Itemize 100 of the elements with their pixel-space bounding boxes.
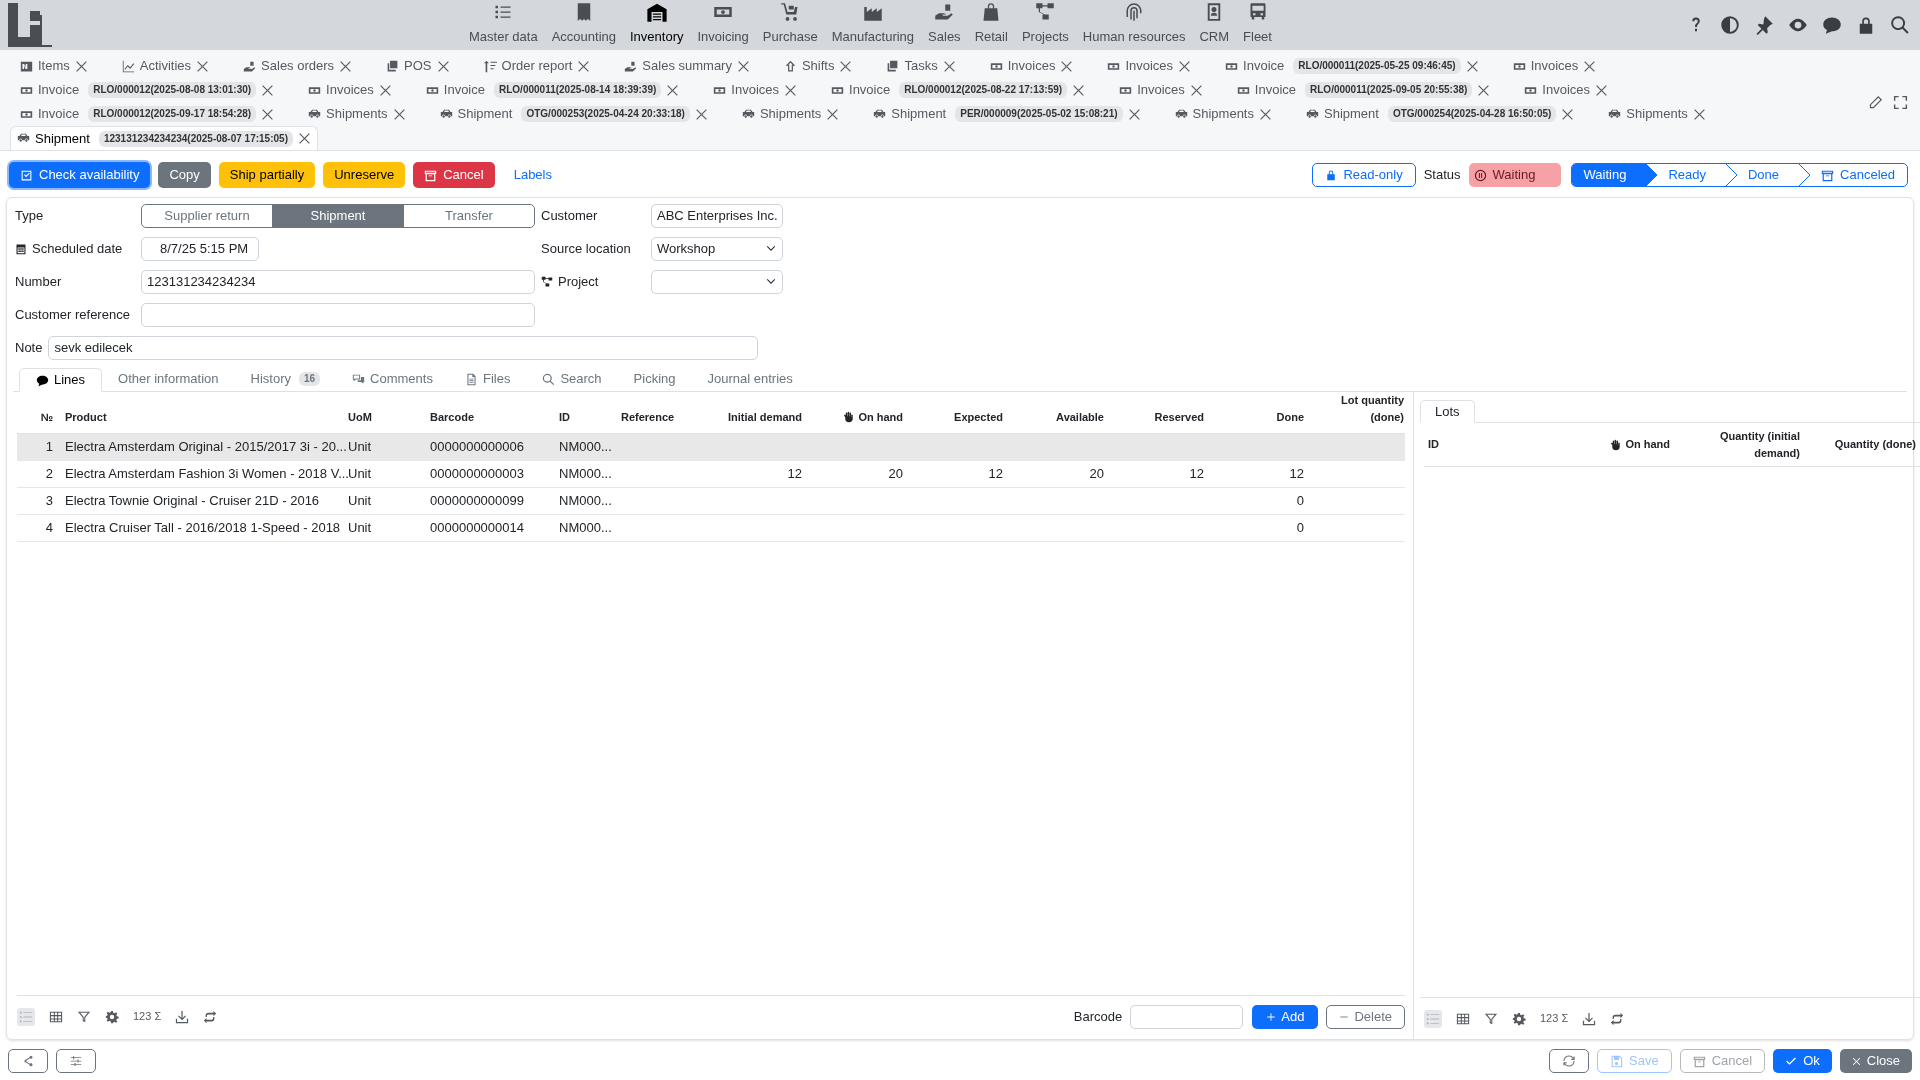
close-icon[interactable] (261, 107, 275, 121)
tab[interactable]: Invoice RLO/000011(2025-05-25 09:46:45) (1225, 54, 1479, 78)
barcode-field[interactable] (1130, 1004, 1244, 1029)
table-row[interactable]: 3 Electra Townie Original - Cruiser 21D - 2016 Unit 0000000000099 NM000... 0 (17, 488, 1405, 515)
table-row[interactable]: 1 Electra Amsterdam Original - 2015/2017 3i - 20...Unit 0000000000006 NM000... (17, 434, 1405, 461)
close-icon[interactable] (784, 83, 798, 97)
nav-item[interactable]: Manufacturing (824, 1, 922, 50)
logo[interactable] (8, 3, 52, 47)
download-icon[interactable] (175, 1009, 190, 1024)
refresh-button[interactable] (1549, 1049, 1589, 1073)
sub-tab[interactable]: Search (526, 367, 618, 391)
column-header[interactable]: On hand (808, 408, 909, 425)
tab[interactable]: Shifts (783, 54, 853, 78)
column-header[interactable]: Quantity (done) (1804, 436, 1920, 453)
tab[interactable]: Invoices (1107, 54, 1192, 78)
input-field[interactable] (141, 303, 535, 327)
type-option[interactable]: Shipment (272, 205, 404, 227)
close-icon[interactable] (1477, 83, 1491, 97)
close-icon[interactable] (297, 132, 311, 145)
tab[interactable]: Sales orders (243, 54, 353, 78)
tab[interactable]: Invoices (308, 78, 392, 102)
column-header[interactable]: UoM (342, 408, 424, 425)
close-icon[interactable] (378, 83, 392, 97)
status-step[interactable]: Waiting (1571, 164, 1659, 186)
ok-button[interactable]: Ok (1773, 1049, 1832, 1073)
input-field[interactable]: 123131234234234 (141, 270, 535, 294)
settings-icon[interactable] (105, 1009, 119, 1024)
input-field[interactable]: ABC Enterprises Inc. (651, 204, 783, 228)
tab[interactable]: Invoices (713, 78, 798, 102)
close-icon[interactable] (339, 59, 353, 73)
tab[interactable]: Invoices (1524, 78, 1609, 102)
totals-toggle[interactable]: 123 Σ (133, 1008, 162, 1025)
share-button[interactable] (8, 1049, 48, 1073)
close-icon[interactable] (392, 107, 406, 121)
close-icon[interactable] (1178, 59, 1192, 73)
settings-icon[interactable] (1512, 1011, 1526, 1026)
close-icon[interactable] (666, 83, 680, 97)
nav-item[interactable]: CRM (1192, 1, 1237, 50)
column-header[interactable]: Reserved (1110, 408, 1210, 425)
tab[interactable]: Invoice RLO/000011(2025-08-14 18:39:39) (425, 78, 680, 102)
tab[interactable]: Shipment PER/000009(2025-05-02 15:08:21) (873, 102, 1141, 126)
tab[interactable]: POS (386, 54, 450, 78)
tab[interactable]: Shipments (741, 102, 840, 126)
contrast-icon[interactable] (1720, 15, 1740, 35)
sub-tab[interactable]: History 16 (234, 367, 337, 391)
action-button[interactable]: Cancel (413, 162, 495, 188)
action-button[interactable]: Copy (158, 162, 211, 188)
column-header[interactable]: Done (1210, 408, 1310, 425)
sub-tab[interactable]: Journal entries (691, 367, 809, 391)
close-icon[interactable] (1072, 83, 1086, 97)
close-icon[interactable] (1259, 107, 1272, 121)
action-button[interactable]: Ship partially (218, 162, 316, 188)
repeat-icon[interactable] (1610, 1011, 1625, 1026)
close-icon[interactable] (577, 59, 591, 73)
sub-tab[interactable]: Other information (102, 367, 235, 391)
source-location-select[interactable]: Workshop (651, 237, 783, 261)
nav-item[interactable]: Purchase (755, 1, 825, 50)
tab[interactable]: Invoice RLO/000012(2025-08-08 13:01:30) (20, 78, 275, 102)
close-icon[interactable] (196, 59, 210, 73)
column-header[interactable]: ID (553, 408, 615, 425)
close-icon[interactable] (436, 59, 450, 73)
status-step[interactable]: Ready (1658, 164, 1738, 186)
grid-icon[interactable] (49, 1009, 63, 1024)
tab[interactable]: Invoices (1119, 78, 1203, 102)
totals-toggle[interactable]: 123 Σ (1540, 1010, 1569, 1027)
tab[interactable]: Invoice RLO/000012(2025-08-22 17:13:59) (831, 78, 1086, 102)
close-icon[interactable] (1595, 83, 1609, 97)
nav-item[interactable]: Retail (967, 1, 1015, 50)
column-header[interactable]: Barcode (424, 408, 553, 425)
type-option[interactable]: Supplier return (142, 205, 272, 227)
tab[interactable]: Order report (483, 54, 591, 78)
tab[interactable]: Shipment OTG/000253(2025-04-24 20:33:18) (439, 102, 708, 126)
nav-item[interactable]: Inventory (623, 0, 691, 50)
filter-icon[interactable] (77, 1009, 91, 1024)
settings-button[interactable] (56, 1049, 96, 1073)
tab[interactable]: Sales summary (624, 54, 750, 78)
nav-item[interactable]: Human resources (1075, 1, 1193, 50)
delete-button[interactable]: Delete (1326, 1004, 1405, 1029)
column-header[interactable]: Quantity (initial demand) (1674, 428, 1804, 461)
labels-link[interactable]: Labels (502, 162, 563, 188)
close-icon[interactable] (1692, 107, 1706, 121)
action-button[interactable]: Check availability (9, 162, 151, 188)
tab[interactable]: Invoice RLO/000011(2025-09-05 20:55:38) (1236, 78, 1491, 102)
nav-item[interactable]: Master data (462, 1, 545, 50)
close-button[interactable]: Close (1839, 1049, 1912, 1073)
sub-tab[interactable]: Lines (19, 368, 103, 392)
tab[interactable]: Invoices (1512, 54, 1597, 78)
input-field[interactable]: 8/7/25 5:15 PM (141, 237, 259, 261)
tab[interactable]: Shipments (308, 102, 406, 126)
close-icon[interactable] (694, 107, 708, 121)
read-only-button[interactable]: Read-only (1312, 163, 1416, 187)
search-icon[interactable] (1890, 15, 1910, 35)
sub-tab[interactable]: Comments (336, 367, 449, 391)
expand-icon[interactable] (1893, 95, 1908, 110)
tab[interactable]: Tasks (886, 54, 956, 78)
filter-icon[interactable] (1484, 1011, 1498, 1026)
close-icon[interactable] (1465, 59, 1479, 73)
column-header[interactable]: Expected (909, 408, 1009, 425)
tab[interactable]: Shipments (1608, 102, 1706, 126)
nav-item[interactable]: Invoicing (690, 1, 756, 50)
